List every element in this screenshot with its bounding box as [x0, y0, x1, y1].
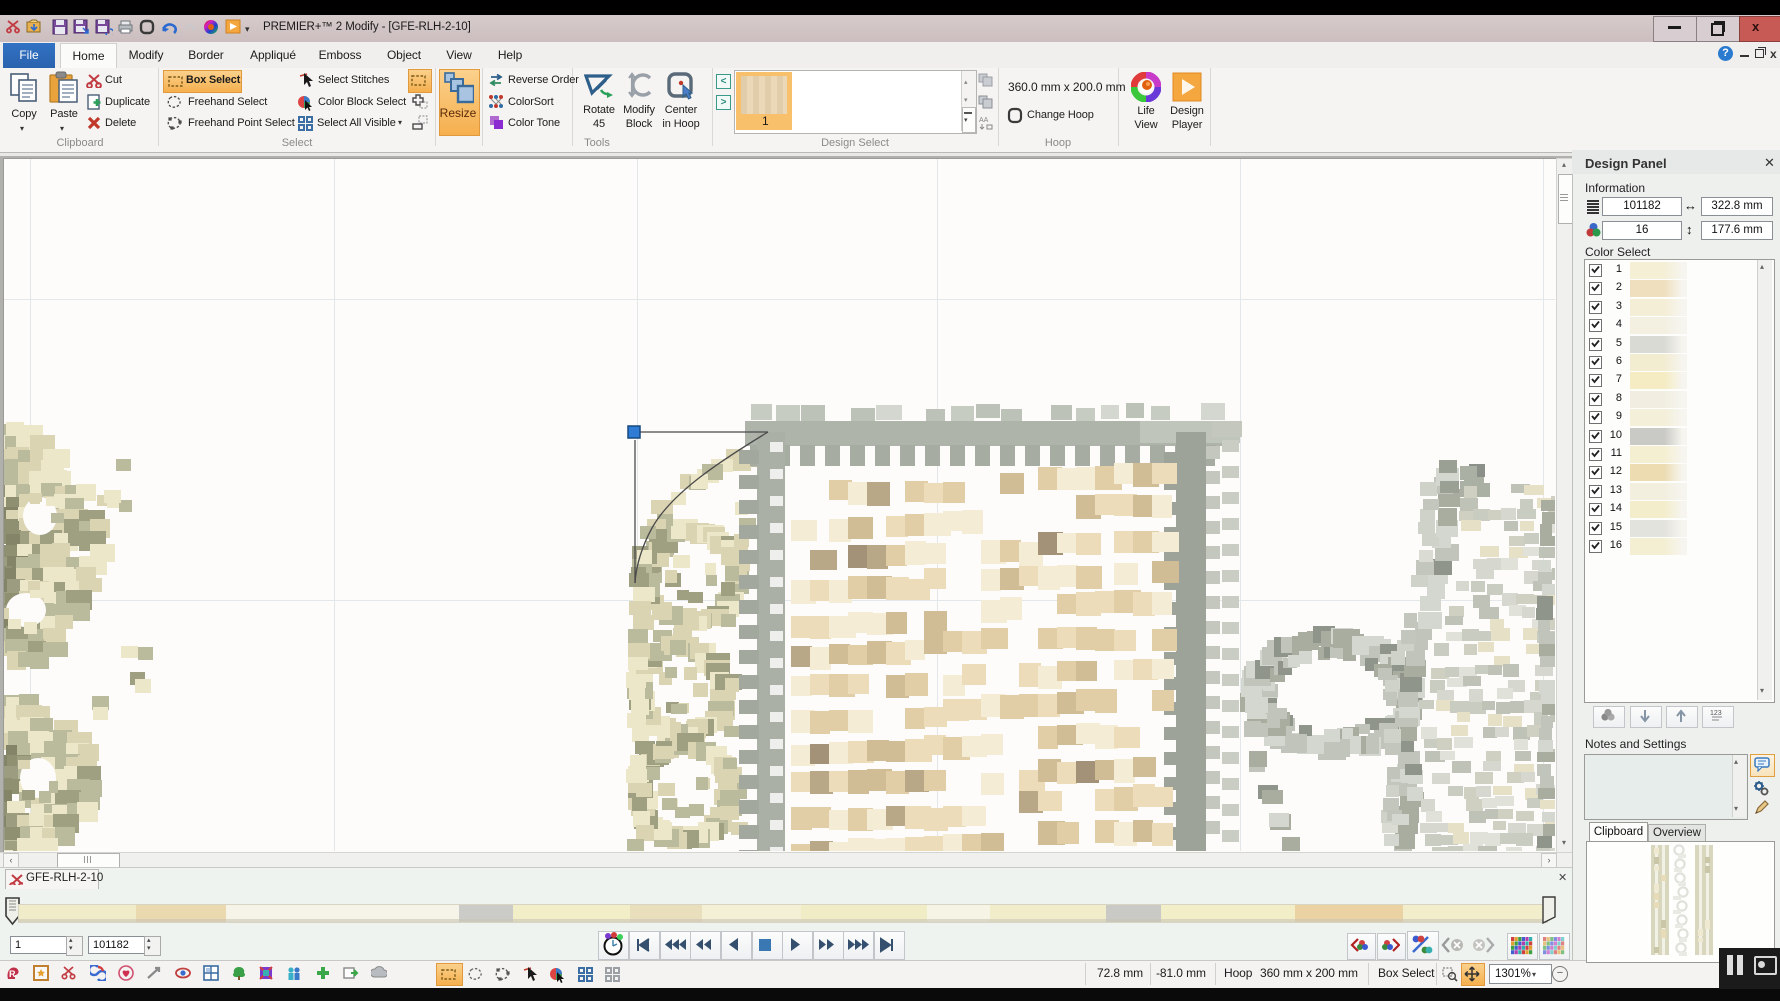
svg-text:R: R [9, 969, 16, 979]
svg-text:123: 123 [1710, 710, 1722, 717]
